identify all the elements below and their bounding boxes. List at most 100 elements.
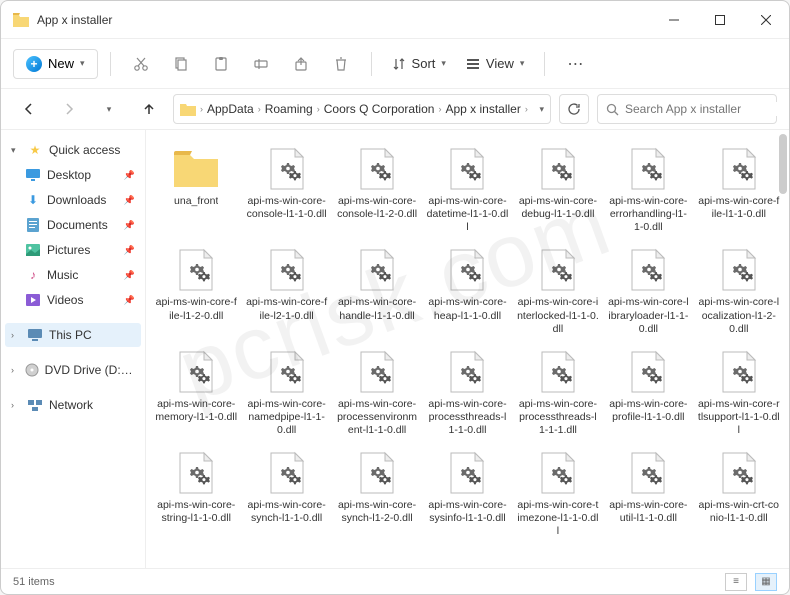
dll-icon: [172, 246, 220, 294]
sidebar-quick-access[interactable]: ▾★Quick access: [5, 138, 141, 162]
chevron-right-icon: ›: [525, 104, 528, 114]
chevron-right-icon: ›: [317, 104, 320, 114]
file-item[interactable]: api-ms-win-core-heap-l1-1-0.dll: [423, 241, 511, 340]
close-button[interactable]: [743, 1, 789, 39]
music-icon: ♪: [25, 267, 41, 283]
minimize-button[interactable]: [651, 1, 697, 39]
dll-icon: [715, 449, 763, 497]
crumb[interactable]: AppData: [207, 102, 254, 116]
file-item[interactable]: api-ms-win-core-libraryloader-l1-1-0.dll: [604, 241, 692, 340]
share-button[interactable]: [283, 46, 319, 82]
icons-view-button[interactable]: ▦: [755, 573, 777, 591]
file-item[interactable]: api-ms-win-core-processenvironment-l1-1-…: [333, 343, 421, 442]
sidebar-this-pc[interactable]: ›This PC: [5, 323, 141, 347]
sidebar-desktop[interactable]: Desktop📌: [5, 163, 141, 187]
file-item[interactable]: api-ms-win-core-util-l1-1-0.dll: [604, 444, 692, 543]
dll-icon: [534, 348, 582, 396]
file-name: api-ms-win-core-file-l2-1-0.dll: [245, 296, 327, 322]
folder-item[interactable]: una_front: [152, 140, 240, 239]
file-name: api-ms-win-core-processenvironment-l1-1-…: [336, 398, 418, 437]
file-item[interactable]: api-ms-win-core-datetime-l1-1-0.dll: [423, 140, 511, 239]
paste-button[interactable]: [203, 46, 239, 82]
disc-icon: [25, 362, 39, 378]
crumb[interactable]: Coors Q Corporation: [324, 102, 435, 116]
sidebar-videos[interactable]: Videos📌: [5, 288, 141, 312]
item-count: 51 items: [13, 576, 55, 588]
new-button[interactable]: + New ▾: [13, 49, 98, 79]
file-item[interactable]: api-ms-win-core-rtlsupport-l1-1-0.dll: [695, 343, 783, 442]
file-name: api-ms-win-core-profile-l1-1-0.dll: [607, 398, 689, 424]
sort-button[interactable]: Sort ▾: [384, 50, 454, 77]
dll-icon: [263, 246, 311, 294]
file-name: api-ms-win-core-errorhandling-l1-1-0.dll: [607, 195, 689, 234]
dll-icon: [715, 348, 763, 396]
file-item[interactable]: api-ms-win-core-profile-l1-1-0.dll: [604, 343, 692, 442]
search-input[interactable]: [625, 102, 780, 116]
dll-icon: [624, 348, 672, 396]
file-item[interactable]: api-ms-win-core-synch-l1-2-0.dll: [333, 444, 421, 543]
sidebar-downloads[interactable]: ⬇Downloads📌: [5, 188, 141, 212]
file-item[interactable]: api-ms-win-core-debug-l1-1-0.dll: [514, 140, 602, 239]
refresh-button[interactable]: [559, 94, 589, 124]
maximize-button[interactable]: [697, 1, 743, 39]
dll-icon: [624, 145, 672, 193]
rename-button[interactable]: [243, 46, 279, 82]
file-item[interactable]: api-ms-win-core-errorhandling-l1-1-0.dll: [604, 140, 692, 239]
crumb[interactable]: Roaming: [265, 102, 313, 116]
network-icon: [27, 397, 43, 413]
file-name: api-ms-win-core-processthreads-l1-1-0.dl…: [426, 398, 508, 437]
file-item[interactable]: api-ms-win-core-processthreads-l1-1-0.dl…: [423, 343, 511, 442]
file-item[interactable]: api-ms-win-crt-conio-l1-1-0.dll: [695, 444, 783, 543]
file-item[interactable]: api-ms-win-core-console-l1-2-0.dll: [333, 140, 421, 239]
file-item[interactable]: api-ms-win-core-console-l1-1-0.dll: [242, 140, 330, 239]
scrollbar[interactable]: [779, 134, 787, 194]
breadcrumb[interactable]: › AppData › Roaming › Coors Q Corporatio…: [173, 94, 551, 124]
file-item[interactable]: api-ms-win-core-processthreads-l1-1-1.dl…: [514, 343, 602, 442]
file-pane[interactable]: una_frontapi-ms-win-core-console-l1-1-0.…: [146, 130, 789, 568]
window-icon: [13, 13, 29, 27]
file-item[interactable]: api-ms-win-core-memory-l1-1-0.dll: [152, 343, 240, 442]
desktop-icon: [25, 167, 41, 183]
crumb[interactable]: App x installer: [445, 102, 520, 116]
view-button[interactable]: View ▾: [458, 50, 532, 77]
file-grid: una_frontapi-ms-win-core-console-l1-1-0.…: [152, 140, 783, 544]
sidebar-music[interactable]: ♪Music📌: [5, 263, 141, 287]
more-button[interactable]: ⋯: [557, 46, 593, 82]
dll-icon: [443, 348, 491, 396]
file-item[interactable]: api-ms-win-core-handle-l1-1-0.dll: [333, 241, 421, 340]
file-item[interactable]: api-ms-win-core-sysinfo-l1-1-0.dll: [423, 444, 511, 543]
details-view-button[interactable]: ≡: [725, 573, 747, 591]
delete-button[interactable]: [323, 46, 359, 82]
dll-icon: [172, 348, 220, 396]
cut-button[interactable]: [123, 46, 159, 82]
sidebar-dvd[interactable]: ›DVD Drive (D:) CCCC: [5, 358, 141, 382]
dll-icon: [263, 145, 311, 193]
file-name: api-ms-win-core-datetime-l1-1-0.dll: [426, 195, 508, 234]
file-item[interactable]: api-ms-win-core-synch-l1-1-0.dll: [242, 444, 330, 543]
recent-button[interactable]: ▾: [93, 93, 125, 125]
file-item[interactable]: api-ms-win-core-interlocked-l1-1-0.dll: [514, 241, 602, 340]
copy-button[interactable]: [163, 46, 199, 82]
window-title: App x installer: [37, 13, 651, 27]
file-item[interactable]: api-ms-win-core-localization-l1-2-0.dll: [695, 241, 783, 340]
file-item[interactable]: api-ms-win-core-file-l1-1-0.dll: [695, 140, 783, 239]
dll-icon: [353, 246, 401, 294]
forward-button[interactable]: [53, 93, 85, 125]
back-button[interactable]: [13, 93, 45, 125]
file-item[interactable]: api-ms-win-core-file-l1-2-0.dll: [152, 241, 240, 340]
sidebar-documents[interactable]: Documents📌: [5, 213, 141, 237]
search-box[interactable]: [597, 94, 777, 124]
file-item[interactable]: api-ms-win-core-namedpipe-l1-1-0.dll: [242, 343, 330, 442]
file-item[interactable]: api-ms-win-core-string-l1-1-0.dll: [152, 444, 240, 543]
chevron-right-icon: ›: [200, 104, 203, 114]
search-icon: [606, 103, 619, 116]
chevron-right-icon: ›: [438, 104, 441, 114]
chevron-down-icon[interactable]: ▾: [539, 104, 544, 115]
pc-icon: [27, 327, 43, 343]
file-item[interactable]: api-ms-win-core-file-l2-1-0.dll: [242, 241, 330, 340]
up-button[interactable]: [133, 93, 165, 125]
sidebar-pictures[interactable]: Pictures📌: [5, 238, 141, 262]
file-name: api-ms-win-core-interlocked-l1-1-0.dll: [517, 296, 599, 335]
file-item[interactable]: api-ms-win-core-timezone-l1-1-0.dll: [514, 444, 602, 543]
sidebar-network[interactable]: ›Network: [5, 393, 141, 417]
